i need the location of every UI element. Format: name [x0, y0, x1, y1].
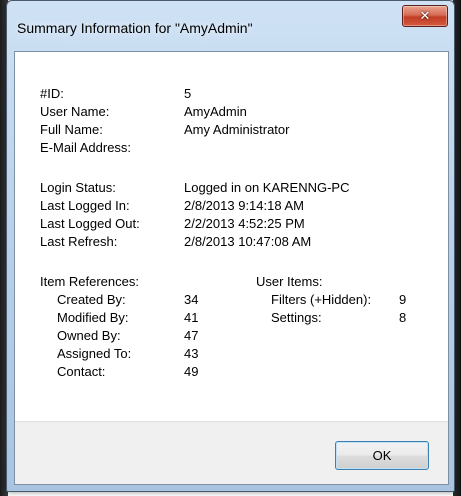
item-ref-label: Contact: [57, 364, 106, 379]
user-items-heading: User Items: [256, 274, 323, 289]
ok-button[interactable]: OK [335, 441, 429, 470]
user-item-value: 8 [399, 310, 407, 325]
dialog-footer: OK [15, 421, 448, 484]
close-icon: ✕ [419, 8, 431, 24]
dialog-content: #ID: 5 User Name: AmyAdmin Full Name: Am… [14, 51, 449, 485]
item-ref-label: Owned By: [57, 328, 121, 343]
username-label: User Name: [40, 104, 110, 119]
title-bar[interactable]: Summary Information for "AmyAdmin" ✕ [7, 1, 454, 51]
user-item-label: Filters (+Hidden): [271, 292, 372, 307]
id-value: 5 [184, 86, 192, 101]
username-value: AmyAdmin [184, 104, 247, 119]
fullname-label: Full Name: [40, 122, 103, 137]
item-ref-value: 49 [184, 364, 199, 379]
summary-dialog: Summary Information for "AmyAdmin" ✕ #ID… [6, 0, 455, 492]
fullname-value: Amy Administrator [184, 122, 290, 137]
id-label: #ID: [40, 86, 64, 101]
item-references-heading: Item References: [40, 274, 139, 289]
item-ref-label: Modified By: [57, 310, 129, 325]
last-logged-out-label: Last Logged Out: [40, 216, 140, 231]
last-logged-in-value: 2/8/2013 9:14:18 AM [184, 198, 304, 213]
user-item-label: Settings: [271, 310, 322, 325]
dialog-title: Summary Information for "AmyAdmin" [17, 20, 253, 36]
last-refresh-value: 2/8/2013 10:47:08 AM [184, 234, 312, 249]
item-ref-value: 43 [184, 346, 199, 361]
user-item-value: 9 [399, 292, 407, 307]
last-logged-in-label: Last Logged In: [40, 198, 130, 213]
last-refresh-label: Last Refresh: [40, 234, 118, 249]
login-status-label: Login Status: [40, 180, 116, 195]
item-ref-value: 41 [184, 310, 199, 325]
login-status-value: Logged in on KARENNG-PC [184, 180, 350, 195]
item-ref-value: 47 [184, 328, 199, 343]
item-ref-value: 34 [184, 292, 199, 307]
item-ref-label: Assigned To: [57, 346, 132, 361]
email-label: E-Mail Address: [40, 140, 132, 155]
item-ref-label: Created By: [57, 292, 126, 307]
close-button[interactable]: ✕ [402, 5, 448, 27]
last-logged-out-value: 2/2/2013 4:52:25 PM [184, 216, 305, 231]
